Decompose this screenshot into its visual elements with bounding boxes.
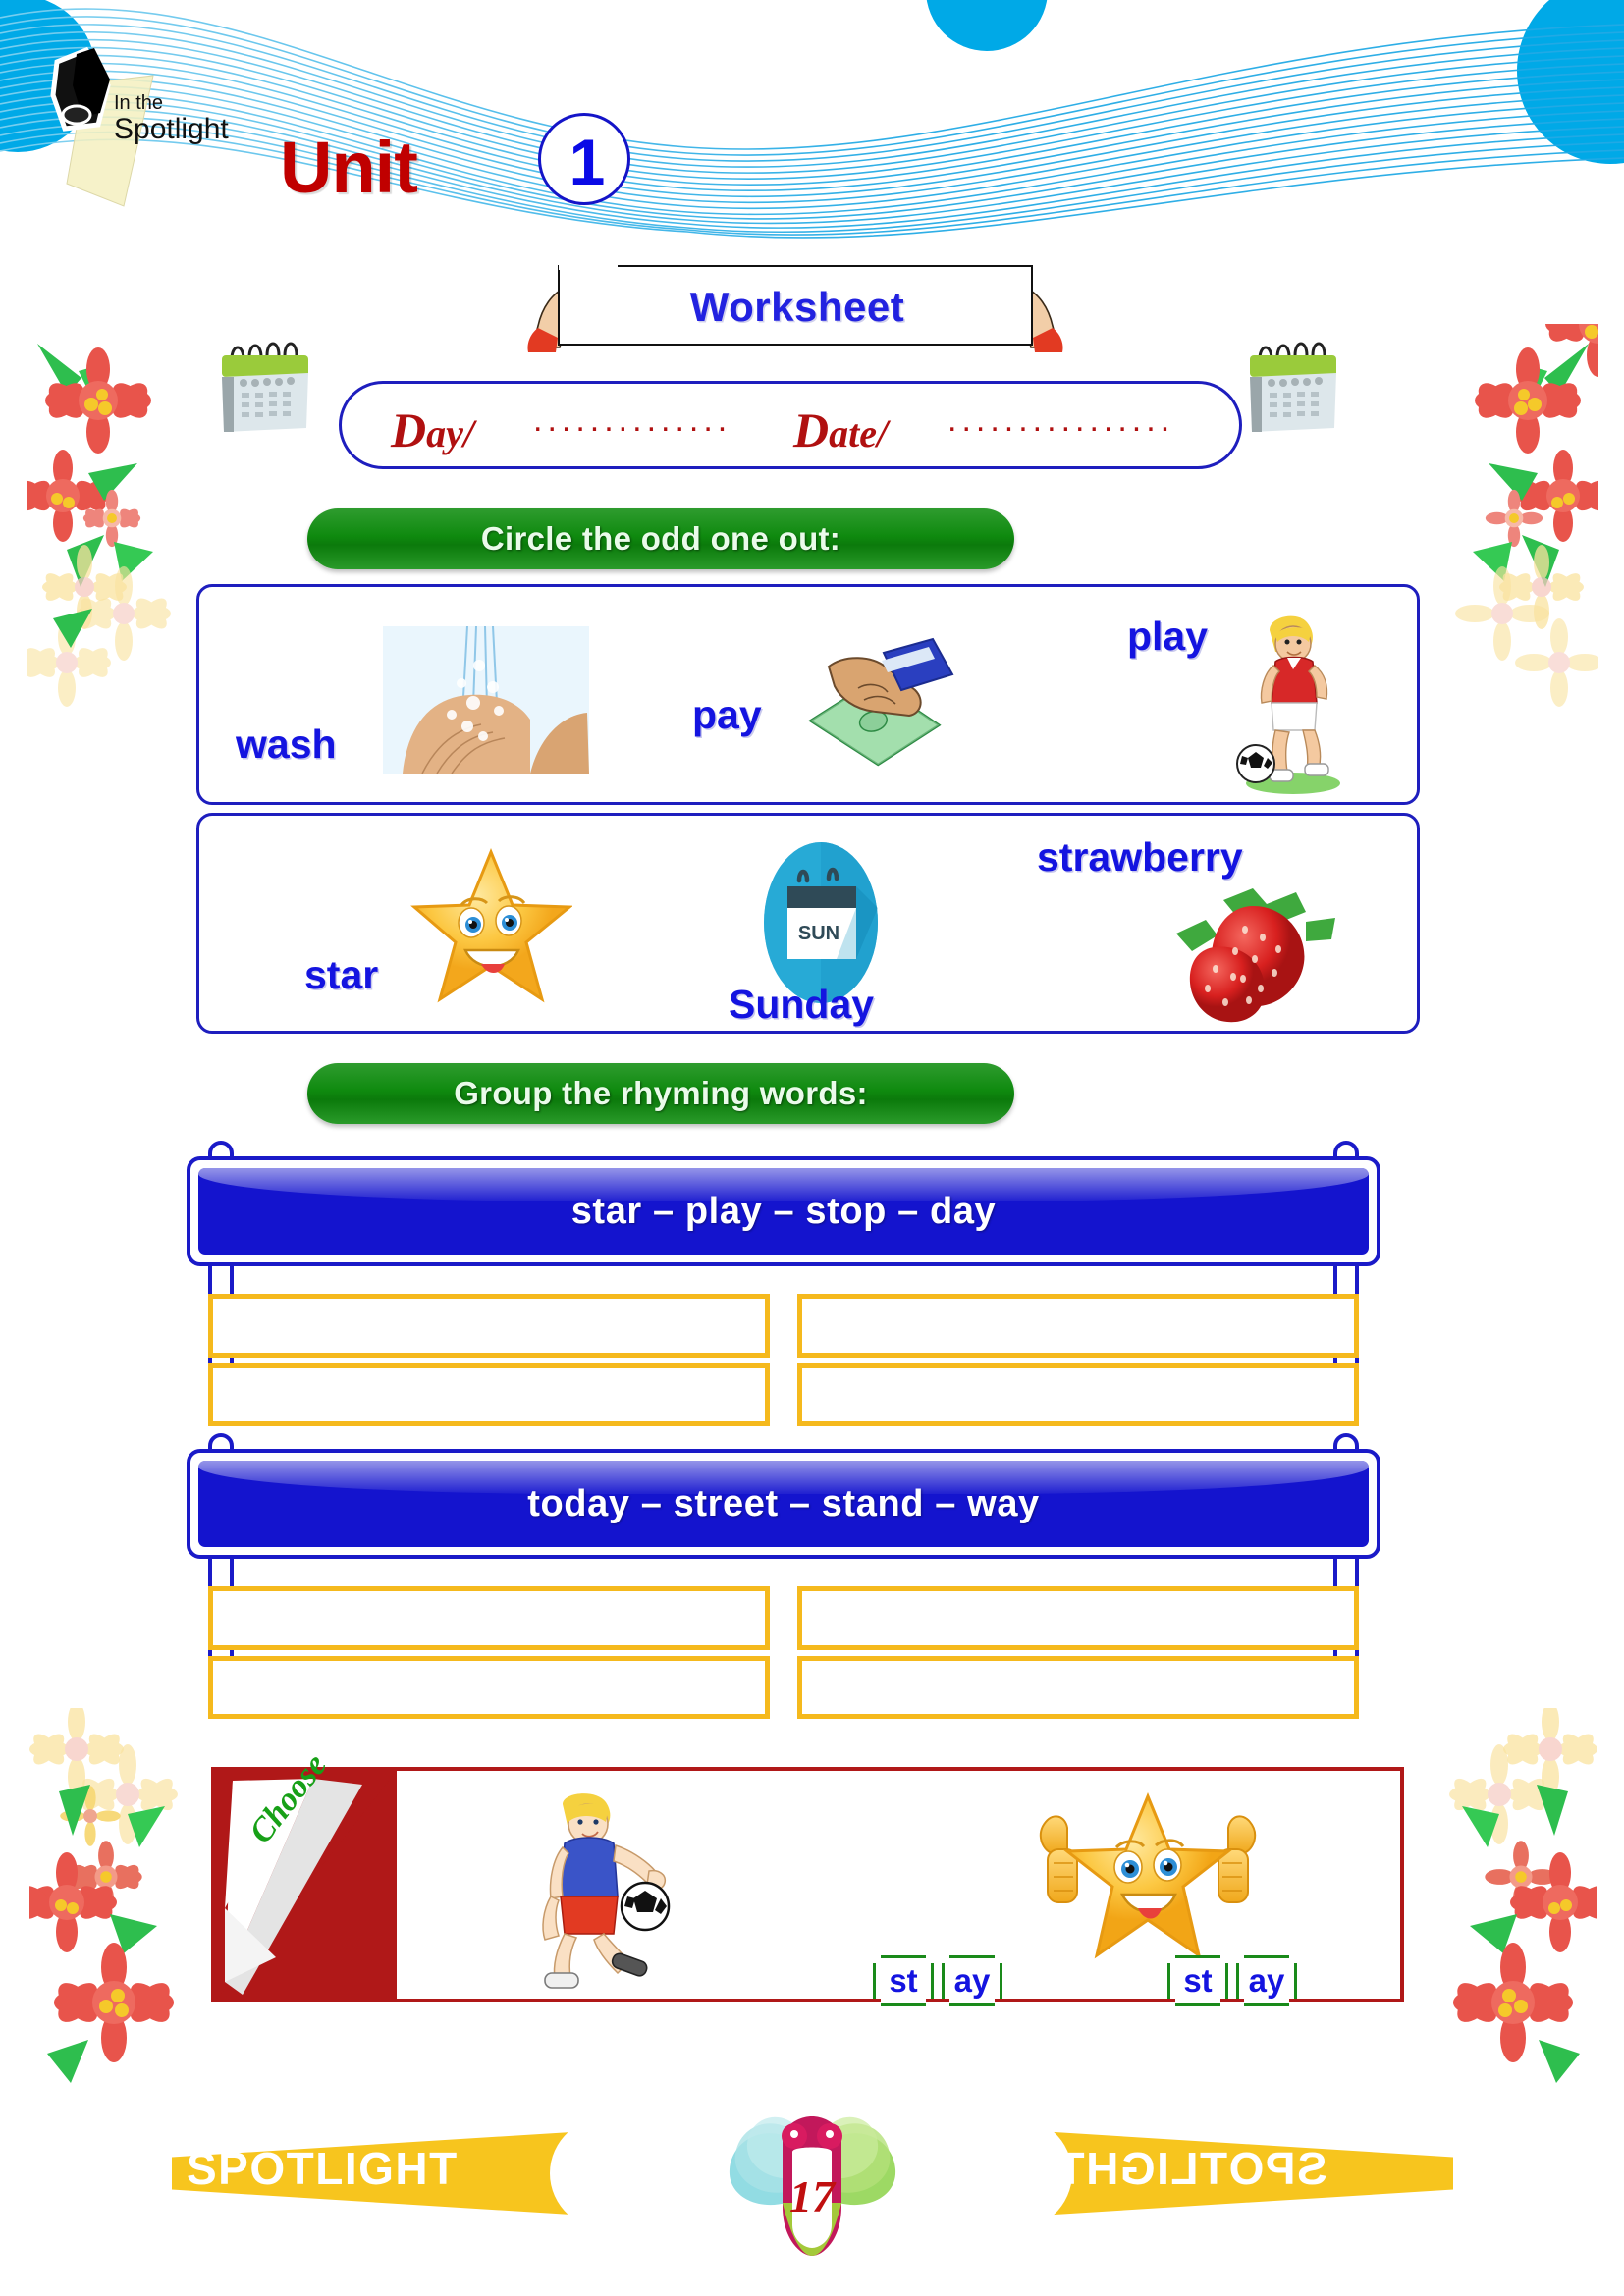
sign-board: today – street – stand – way <box>187 1449 1380 1559</box>
rhyming-sign-1: star – play – stop – day <box>187 1129 1380 1433</box>
rhyming-words-list-1: star – play – stop – day <box>570 1190 997 1232</box>
strawberries-icon <box>1176 888 1335 1023</box>
answer-cell[interactable] <box>797 1362 1359 1426</box>
answer-cell[interactable] <box>208 1655 770 1719</box>
date-input-dots[interactable]: ................ <box>947 401 1174 440</box>
day-input-dots[interactable]: .............. <box>533 401 731 440</box>
hand-with-money-icon <box>808 637 954 767</box>
footer-brand-left: SPOTLIGHT <box>187 2143 459 2194</box>
washing-hands-icon <box>383 626 589 774</box>
word-tiles-1[interactable]: st ay <box>873 1955 1002 2006</box>
word-tile[interactable]: ay <box>1236 1955 1297 2006</box>
instruction-group-rhyming-words: Group the rhyming words: <box>307 1063 1014 1124</box>
answer-cell[interactable] <box>797 1294 1359 1358</box>
answer-cell[interactable] <box>208 1586 770 1650</box>
worksheet-title: Worksheet <box>689 284 905 330</box>
answer-column-left <box>208 1294 770 1426</box>
word-tile[interactable]: ay <box>942 1955 1002 2006</box>
boy-playing-football-icon <box>1236 615 1340 794</box>
odd-one-out-word-strawberry[interactable]: strawberry <box>1037 834 1243 881</box>
page-header: In the Spotlight Unit 1 <box>0 0 1624 265</box>
flower-decoration-bottom-right <box>1449 1708 1597 2083</box>
odd-one-out-word-sunday[interactable]: Sunday <box>729 982 874 1028</box>
flower-decoration-top-right <box>1455 324 1598 707</box>
in-the-spotlight-logo: In the Spotlight <box>47 34 244 216</box>
answer-column-right <box>797 1586 1359 1719</box>
flower-decoration-top-left <box>27 344 171 707</box>
desk-calendar-icon <box>1250 342 1336 432</box>
odd-one-out-word-star[interactable]: star <box>304 952 378 998</box>
unit-number: 1 <box>568 126 606 198</box>
answer-column-left <box>208 1586 770 1719</box>
answer-cell[interactable] <box>208 1362 770 1426</box>
word-tile[interactable]: st <box>1167 1955 1228 2006</box>
logo-line-1: In the <box>114 92 164 114</box>
answer-grid-2 <box>208 1586 1359 1719</box>
logo-text: In the Spotlight <box>114 93 242 144</box>
calendar-day-label: SUN <box>798 923 839 944</box>
star-thumbs-up-icon <box>1039 1792 1257 1959</box>
day-date-field[interactable]: Day/ .............. Date/ ..............… <box>339 381 1242 469</box>
date-label: Date/ <box>793 402 889 457</box>
rhyming-sign-2: today – street – stand – way <box>187 1421 1380 1726</box>
answer-grid-1 <box>208 1294 1359 1426</box>
odd-one-out-word-pay[interactable]: pay <box>692 692 762 738</box>
word-tile[interactable]: st <box>873 1955 934 2006</box>
day-label: Day/ <box>391 402 474 457</box>
page-number: 17 <box>789 2171 837 2221</box>
rhyming-words-list-2: today – street – stand – way <box>527 1482 1040 1524</box>
footer-brand-right: SPOTLIGHT <box>1056 2143 1327 2194</box>
smiling-star-icon <box>410 848 572 1003</box>
sign-board: star – play – stop – day <box>187 1156 1380 1266</box>
unit-label: Unit <box>280 127 418 208</box>
header-wave-decoration <box>0 0 1624 239</box>
answer-cell[interactable] <box>797 1586 1359 1650</box>
bird-page-badge: 17 <box>729 2116 896 2256</box>
boy-playing-football-icon <box>542 1793 671 1989</box>
page-footer: SPOTLIGHT SPOTLIGHT 17 <box>0 2091 1624 2296</box>
footer-circle-right <box>945 2114 1072 2232</box>
answer-cell[interactable] <box>208 1294 770 1358</box>
worksheet-title-banner: Worksheet <box>520 257 1070 355</box>
instruction-circle-odd-one-out: Circle the odd one out: <box>307 508 1014 569</box>
answer-cell[interactable] <box>797 1655 1359 1719</box>
flower-decoration-bottom-left <box>29 1708 178 2083</box>
choose-exercise-box[interactable]: Choose st ay st ay <box>211 1747 1404 2002</box>
odd-one-out-word-wash[interactable]: wash <box>236 721 337 768</box>
word-tiles-2[interactable]: st ay <box>1167 1955 1297 2006</box>
unit-number-circle: 1 <box>538 113 630 205</box>
logo-line-2: Spotlight <box>114 113 229 145</box>
answer-column-right <box>797 1294 1359 1426</box>
footer-circle-left <box>550 2114 677 2232</box>
odd-one-out-word-play[interactable]: play <box>1127 614 1208 660</box>
desk-calendar-icon <box>222 342 308 432</box>
worksheet-paper: Worksheet <box>558 264 1033 346</box>
